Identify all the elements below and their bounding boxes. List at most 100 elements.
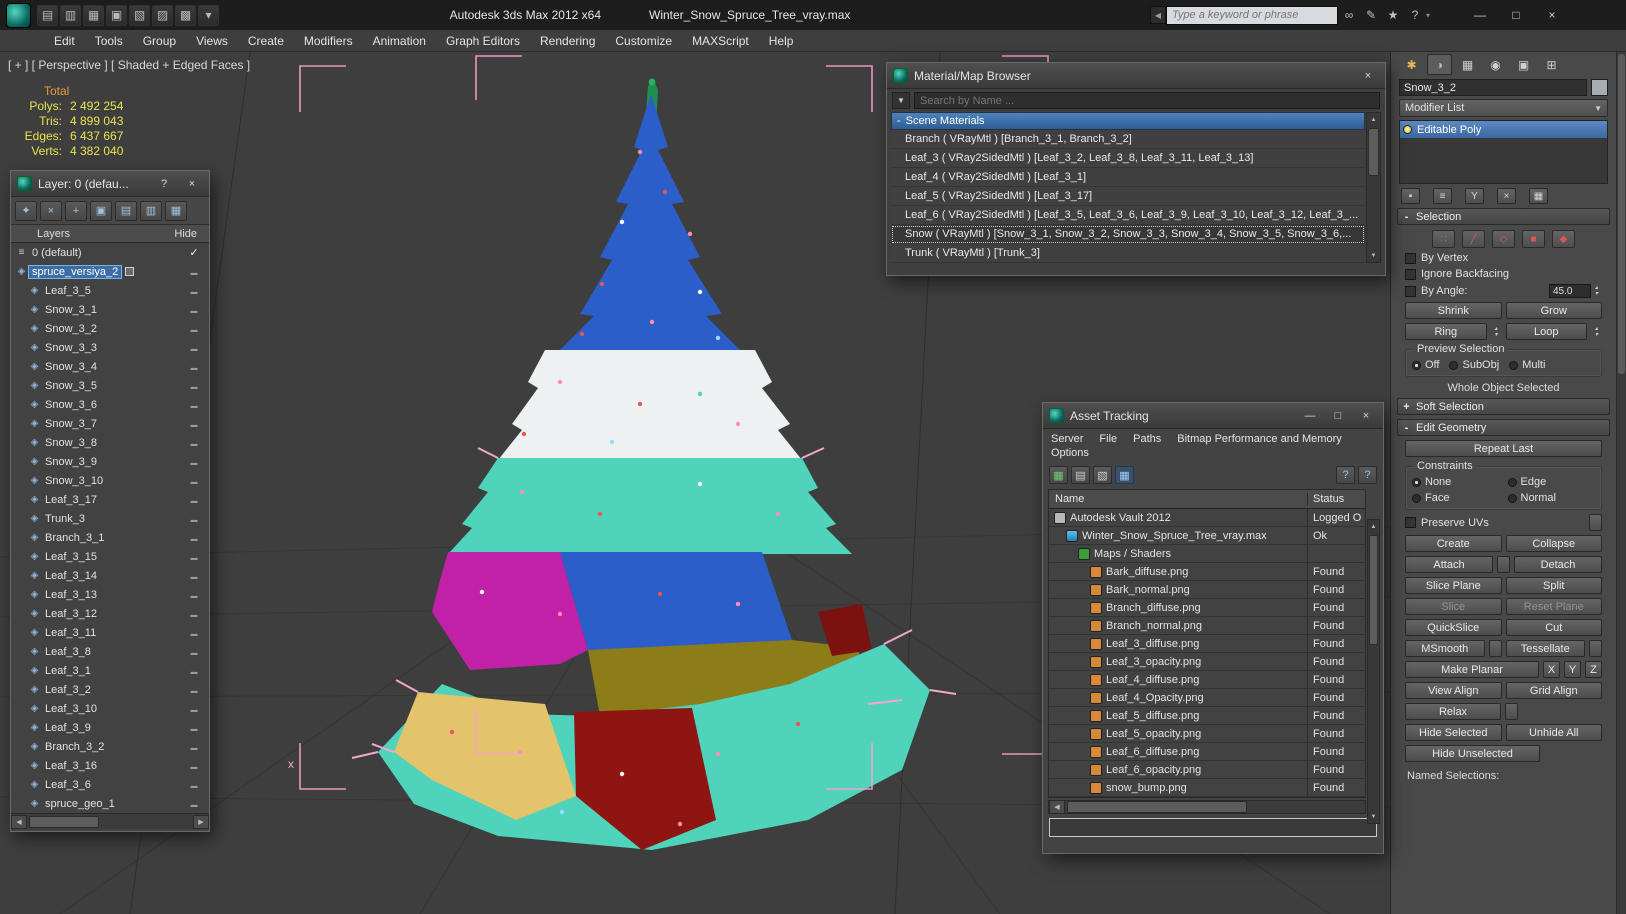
- hide-unselected-button[interactable]: Hide Unselected: [1405, 745, 1540, 762]
- menu-item[interactable]: Bitmap Performance and Memory: [1177, 433, 1341, 445]
- layer-hide-mark[interactable]: [182, 703, 206, 715]
- link-icon[interactable]: ▨: [152, 4, 173, 26]
- loop-spinner-icon[interactable]: ▴ ▾: [1591, 323, 1602, 340]
- element-mode-icon[interactable]: ◆: [1552, 230, 1575, 248]
- by-vertex-checkbox[interactable]: By Vertex: [1405, 252, 1602, 264]
- menu-item[interactable]: Help: [759, 32, 804, 50]
- layer-row[interactable]: Branch_3_2: [11, 737, 209, 756]
- layer-hide-mark[interactable]: [182, 779, 206, 791]
- layer-hide-mark[interactable]: [182, 456, 206, 468]
- highlight-layer-icon[interactable]: ▥: [140, 200, 162, 221]
- make-planar-button[interactable]: Make Planar: [1405, 661, 1539, 678]
- application-menu-icon[interactable]: [6, 2, 31, 28]
- close-icon[interactable]: ×: [1355, 407, 1377, 425]
- menu-item[interactable]: Animation: [363, 32, 436, 50]
- spinner-icon[interactable]: ▴ ▾: [1591, 285, 1602, 297]
- scroll-up-icon[interactable]: ▲: [1367, 113, 1380, 126]
- layer-hide-mark[interactable]: [182, 323, 206, 335]
- layer-hide-mark[interactable]: [182, 342, 206, 354]
- cut-button[interactable]: Cut: [1505, 619, 1602, 636]
- hide-selected-button[interactable]: Hide Selected: [1405, 724, 1502, 741]
- checkbox[interactable]: [1405, 268, 1416, 280]
- motion-tab[interactable]: ◉: [1483, 54, 1508, 75]
- asset-row[interactable]: Leaf_6_opacity.png Found: [1049, 761, 1365, 779]
- layer-row[interactable]: Snow_3_2: [11, 319, 209, 338]
- scroll-thumb[interactable]: [29, 815, 99, 828]
- layer-row[interactable]: 0 (default): [11, 243, 209, 262]
- asset-tracking-titlebar[interactable]: Asset Tracking — □ ×: [1043, 403, 1383, 429]
- stack-item-editable-poly[interactable]: Editable Poly: [1400, 121, 1607, 138]
- asset-horizontal-scrollbar[interactable]: ◀: [1048, 800, 1366, 814]
- search-icon[interactable]: ∞: [1338, 5, 1360, 25]
- layer-row[interactable]: Snow_3_9: [11, 452, 209, 471]
- layer-row[interactable]: Leaf_3_9: [11, 718, 209, 737]
- edit-geometry-rollout-header[interactable]: - Edit Geometry: [1397, 419, 1610, 436]
- repeat-last-button[interactable]: Repeat Last: [1405, 440, 1602, 457]
- asset-row[interactable]: Leaf_3_diffuse.png Found: [1049, 635, 1365, 653]
- scroll-thumb[interactable]: [1369, 535, 1378, 645]
- layer-row[interactable]: Snow_3_8: [11, 433, 209, 452]
- layer-hide-mark[interactable]: [182, 437, 206, 449]
- asset-row[interactable]: Leaf_3_opacity.png Found: [1049, 653, 1365, 671]
- object-color-swatch[interactable]: [1591, 79, 1608, 96]
- close-icon[interactable]: ×: [181, 175, 203, 193]
- browser-options-icon[interactable]: ▼: [892, 92, 910, 109]
- scroll-left-icon[interactable]: ◀: [11, 814, 27, 829]
- attach-button[interactable]: Attach: [1405, 556, 1493, 573]
- utilities-tab[interactable]: ⊞: [1539, 54, 1564, 75]
- layer-horizontal-scrollbar[interactable]: ◀ ▶: [11, 813, 209, 829]
- material-row[interactable]: Leaf_4 ( VRay2SidedMtl ) [Leaf_3_1]: [891, 168, 1365, 187]
- layer-row[interactable]: Leaf_3_10: [11, 699, 209, 718]
- material-browser-titlebar[interactable]: Material/Map Browser ×: [887, 63, 1385, 89]
- context-help-icon[interactable]: ?: [1358, 466, 1377, 484]
- ignore-backfacing-checkbox[interactable]: Ignore Backfacing: [1405, 268, 1602, 280]
- asset-row[interactable]: Leaf_5_opacity.png Found: [1049, 725, 1365, 743]
- attach-settings-button[interactable]: [1497, 556, 1510, 573]
- layer-row[interactable]: Snow_3_6: [11, 395, 209, 414]
- material-row[interactable]: Leaf_3 ( VRay2SidedMtl ) [Leaf_3_2, Leaf…: [891, 149, 1365, 168]
- planar-y-button[interactable]: Y: [1564, 661, 1581, 678]
- layer-row[interactable]: Leaf_3_13: [11, 585, 209, 604]
- loop-button[interactable]: Loop: [1505, 323, 1587, 340]
- layer-hide-mark[interactable]: [182, 380, 206, 392]
- layer-hide-mark[interactable]: [182, 475, 206, 487]
- quickslice-button[interactable]: QuickSlice: [1405, 619, 1502, 636]
- layer-row[interactable]: Snow_3_3: [11, 338, 209, 357]
- help-icon[interactable]: ?: [1336, 466, 1355, 484]
- help-icon[interactable]: ?: [153, 175, 175, 193]
- infocenter-search-input[interactable]: [1166, 5, 1338, 25]
- minimize-icon[interactable]: —: [1299, 407, 1321, 425]
- open-file-icon[interactable]: ▥: [60, 4, 81, 26]
- view-align-button[interactable]: View Align: [1405, 682, 1502, 699]
- asset-row[interactable]: Leaf_5_diffuse.png Found: [1049, 707, 1365, 725]
- layer-row[interactable]: Snow_3_7: [11, 414, 209, 433]
- unhide-all-button[interactable]: Unhide All: [1505, 724, 1602, 741]
- menu-item[interactable]: Paths: [1133, 433, 1161, 445]
- qat-overflow-icon[interactable]: ▾: [198, 4, 219, 26]
- layer-row[interactable]: Trunk_3: [11, 509, 209, 528]
- scroll-thumb[interactable]: [1618, 54, 1625, 374]
- layer-hide-mark[interactable]: [182, 361, 206, 373]
- layer-hide-mark[interactable]: [182, 285, 206, 297]
- scroll-down-icon[interactable]: ▼: [1367, 249, 1380, 262]
- shrink-button[interactable]: Shrink: [1405, 302, 1502, 319]
- layer-hide-mark[interactable]: [182, 589, 206, 601]
- layer-hide-mark[interactable]: [182, 608, 206, 620]
- column-hide[interactable]: Hide: [174, 228, 197, 240]
- menu-item[interactable]: Graph Editors: [436, 32, 530, 50]
- asset-row[interactable]: Autodesk Vault 2012 Logged O: [1049, 509, 1365, 527]
- layer-row[interactable]: Leaf_3_14: [11, 566, 209, 585]
- asset-detail-box[interactable]: [1049, 818, 1377, 837]
- slice-button[interactable]: Slice: [1405, 598, 1502, 615]
- asset-row[interactable]: Leaf_4_diffuse.png Found: [1049, 671, 1365, 689]
- redo-icon[interactable]: ▧: [129, 4, 150, 26]
- scroll-left-icon[interactable]: ◀: [1049, 800, 1065, 814]
- layer-hide-mark[interactable]: [182, 646, 206, 658]
- layer-hide-mark[interactable]: [182, 418, 206, 430]
- asset-row[interactable]: Bark_normal.png Found: [1049, 581, 1365, 599]
- constraint-normal-radio[interactable]: Normal: [1507, 492, 1596, 504]
- layer-hide-mark[interactable]: [182, 627, 206, 639]
- relax-button[interactable]: Relax: [1405, 703, 1501, 720]
- msmooth-button[interactable]: MSmooth: [1405, 640, 1485, 657]
- menu-item[interactable]: Tools: [85, 32, 133, 50]
